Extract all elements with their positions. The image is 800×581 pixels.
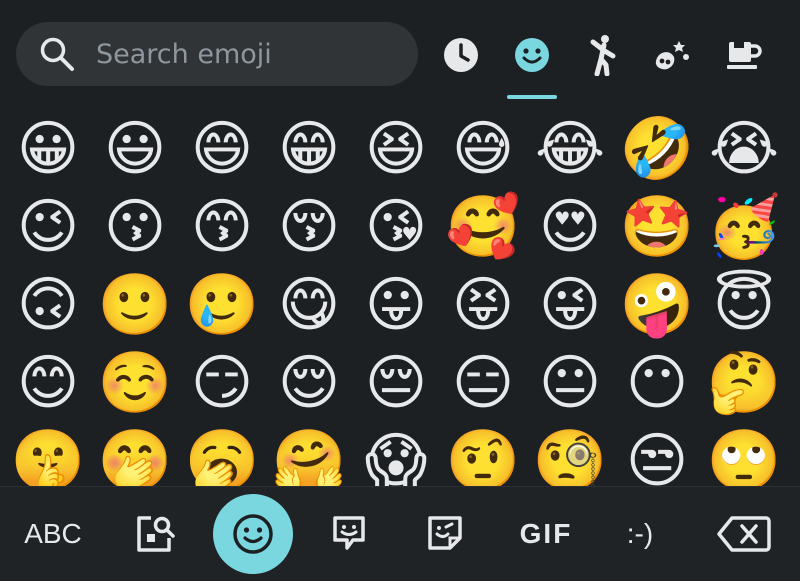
person-icon: [590, 35, 616, 76]
emoji-key[interactable]: 😃: [92, 110, 178, 188]
food-icon: [727, 42, 762, 69]
emoji-tab-active-bg: [213, 494, 293, 574]
category-recent-tab[interactable]: [436, 28, 486, 82]
category-smileys-tab[interactable]: [507, 28, 557, 82]
emoji-kitchen-button[interactable]: [414, 487, 476, 581]
gif-label: GIF: [519, 518, 573, 549]
emoji-tab-button[interactable]: [213, 487, 293, 581]
emoji-key[interactable]: 😶: [614, 344, 700, 422]
emoji-key[interactable]: 🤫: [5, 422, 91, 486]
emoji-key[interactable]: 😆: [353, 110, 439, 188]
clock-icon: [444, 38, 478, 72]
emoji-key[interactable]: 🤨: [440, 422, 526, 486]
sticker-button[interactable]: [318, 487, 380, 581]
emoji-key[interactable]: 😁: [266, 110, 352, 188]
abc-button[interactable]: ABC: [14, 487, 92, 581]
emoji-key[interactable]: 🥲: [179, 266, 265, 344]
gif-button[interactable]: GIF: [506, 487, 586, 581]
emoji-search-button[interactable]: [124, 487, 186, 581]
emoji-key[interactable]: 😛: [353, 266, 439, 344]
smiley-icon: [233, 514, 273, 554]
emoji-key[interactable]: 🤭: [92, 422, 178, 486]
emoji-key[interactable]: 😍: [527, 188, 613, 266]
active-category-indicator: [507, 95, 557, 99]
emoji-key[interactable]: 🤔: [701, 344, 787, 422]
emoji-key[interactable]: 😅: [440, 110, 526, 188]
emoji-key[interactable]: 🙂: [92, 266, 178, 344]
emoji-key[interactable]: 🤪: [614, 266, 700, 344]
emoji-key[interactable]: 😜: [527, 266, 613, 344]
emoji-key[interactable]: 😀: [5, 110, 91, 188]
emoji-key[interactable]: 😇: [701, 266, 787, 344]
smiley-icon: [515, 38, 549, 72]
backspace-icon: [717, 516, 771, 552]
emoji-key[interactable]: 🤗: [266, 422, 352, 486]
category-food-tab[interactable]: [718, 28, 768, 82]
sticker-face-icon: [428, 516, 462, 550]
emoji-key[interactable]: 🥰: [440, 188, 526, 266]
emoji-key[interactable]: 😂: [527, 110, 613, 188]
category-people-tab[interactable]: [577, 28, 627, 82]
emoji-key[interactable]: 😙: [179, 188, 265, 266]
emoticon-button[interactable]: :-): [600, 487, 680, 581]
emoji-header: [0, 0, 800, 104]
emoji-key[interactable]: 😱: [353, 422, 439, 486]
emoji-key[interactable]: 🙄: [701, 422, 787, 486]
emoji-key[interactable]: 🙃: [5, 266, 91, 344]
emoji-key[interactable]: 😒: [614, 422, 700, 486]
emoji-key[interactable]: 😌: [266, 344, 352, 422]
search-input[interactable]: [96, 38, 396, 70]
emoji-key[interactable]: ☺️: [92, 344, 178, 422]
emoji-key[interactable]: 😚: [266, 188, 352, 266]
emoji-key[interactable]: 😋: [266, 266, 352, 344]
emoji-key[interactable]: 😝: [440, 266, 526, 344]
emoji-key[interactable]: 😑: [440, 344, 526, 422]
emoji-key[interactable]: 😏: [179, 344, 265, 422]
emoticon-label: :-): [626, 518, 654, 549]
emoji-key[interactable]: 😗: [92, 188, 178, 266]
emoji-key[interactable]: 😉: [5, 188, 91, 266]
emoji-grid: 😀 😃 😄 😁 😆 😅 😂 🤣 😭 😉 😗 😙 😚 😘 🥰 😍 🤩 🥳 🙃 🙂 🥲 😋 😛 😝 😜 🤪 😇 😊 ☺️ 😏 😌 😔 😑 😐 😶 🤔 🤫 🤭 🥱…: [0, 104, 800, 486]
emoji-search-icon: [137, 516, 175, 552]
animals-icon: [655, 41, 689, 70]
emoji-key[interactable]: 😊: [5, 344, 91, 422]
emoji-key[interactable]: 😔: [353, 344, 439, 422]
category-animals-tab[interactable]: [647, 28, 697, 82]
emoji-key[interactable]: 🥱: [179, 422, 265, 486]
emoji-key[interactable]: 🧐: [527, 422, 613, 486]
search-bar[interactable]: [16, 22, 418, 86]
emoji-key[interactable]: 🤩: [614, 188, 700, 266]
abc-label: ABC: [24, 518, 82, 549]
emoji-key[interactable]: 🤣: [614, 110, 700, 188]
emoji-key[interactable]: 😭: [701, 110, 787, 188]
keyboard-bottom-bar: ABC GIF:-): [0, 486, 800, 581]
emoji-key[interactable]: 😄: [179, 110, 265, 188]
emoji-key[interactable]: 🥳: [701, 188, 787, 266]
backspace-button[interactable]: [712, 487, 776, 581]
search-icon: [40, 37, 74, 71]
sticker-icon: [333, 516, 365, 550]
emoji-key[interactable]: 😘: [353, 188, 439, 266]
emoji-key[interactable]: 😐: [527, 344, 613, 422]
